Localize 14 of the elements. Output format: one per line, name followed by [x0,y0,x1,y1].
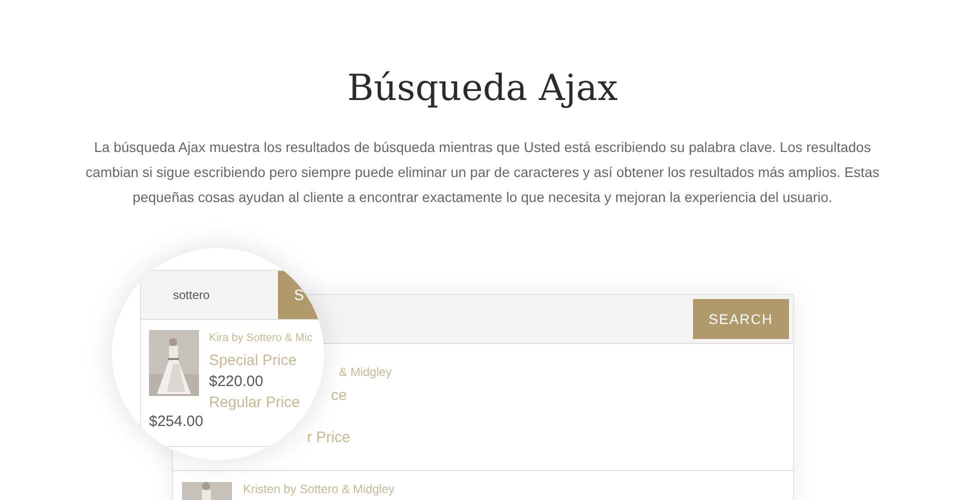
search-button[interactable]: SEARCH [692,299,789,339]
description-text: La búsqueda Ajax muestra los resultados de búsqueda mientras que Usted está escribiendo su palabra clave. Los resultados cambian si sigue escribiendo pero siempre puede eliminar un par de caracteres y así obtener los resultados más amplios. Estas pequeñas cosas ayudan al cliente a encontrar exactamente lo que necesita y mejoran la experiencia del usuario. [84,138,880,207]
price-label: Special Price [209,351,298,371]
price-label: Regular Price [209,393,301,413]
product-title[interactable]: Kira by Sottero & Mic [209,330,312,346]
product-title[interactable]: Kristen by Sottero & Midgley [243,480,394,498]
search-field[interactable]: sottero [141,271,278,319]
product-title[interactable]: & Midgley [339,363,392,381]
price-label: r Price [307,429,350,447]
page-heading: Búsqueda Ajax [347,67,618,111]
price-label: ce [331,387,347,405]
search-button[interactable]: S [278,271,318,319]
price-value: $220.00 [209,372,264,392]
price-value: $254.00 [149,412,204,432]
